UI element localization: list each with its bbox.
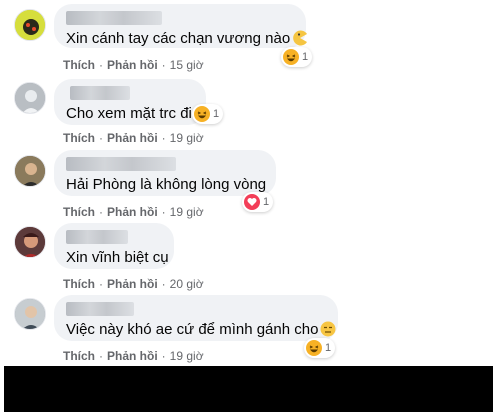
author-name-redacted[interactable] bbox=[70, 86, 130, 100]
comment-actions: Thích · Phản hồi · 19 giờ bbox=[63, 349, 204, 363]
separator: · bbox=[99, 205, 103, 219]
reaction-count: 1 bbox=[325, 342, 332, 354]
comment-bubble: Xin cánh tay các chạn vương nào bbox=[54, 4, 308, 48]
author-name-redacted[interactable] bbox=[66, 230, 128, 244]
reply-link[interactable]: Phản hồi bbox=[107, 277, 158, 291]
separator: · bbox=[99, 349, 103, 363]
reply-link[interactable]: Phản hồi bbox=[107, 349, 158, 363]
separator: · bbox=[99, 58, 103, 72]
haha-icon bbox=[194, 106, 210, 122]
separator: · bbox=[161, 58, 166, 72]
timestamp[interactable]: 20 giờ bbox=[170, 277, 204, 291]
avatar[interactable] bbox=[14, 226, 46, 258]
timestamp[interactable]: 19 giờ bbox=[170, 205, 204, 219]
reaction-summary[interactable]: 1 bbox=[281, 47, 313, 67]
reaction-count: 1 bbox=[263, 196, 270, 208]
avatar[interactable] bbox=[14, 298, 46, 330]
haha-icon bbox=[283, 49, 299, 65]
timestamp[interactable]: 19 giờ bbox=[170, 131, 204, 145]
haha-icon bbox=[306, 340, 322, 356]
avatar[interactable] bbox=[14, 82, 46, 114]
comment-bubble: Việc này khó ae cứ để mình gánh cho bbox=[54, 295, 338, 341]
separator: · bbox=[99, 277, 103, 291]
comment-text: Xin vĩnh biệt cụ bbox=[66, 249, 169, 266]
like-link[interactable]: Thích bbox=[63, 349, 95, 363]
comment-bubble: Xin vĩnh biệt cụ bbox=[54, 223, 174, 269]
black-bar bbox=[4, 366, 493, 412]
avatar[interactable] bbox=[14, 9, 46, 41]
reply-link[interactable]: Phản hồi bbox=[107, 205, 158, 219]
comment-bubble: Hải Phòng là không lòng vòng bbox=[54, 150, 276, 196]
comment-bubble: Cho xem mặt trc đi bbox=[54, 79, 206, 125]
reaction-summary[interactable]: 1 bbox=[242, 192, 274, 212]
comment-text: Xin cánh tay các chạn vương nào bbox=[66, 29, 308, 48]
reaction-count: 1 bbox=[213, 108, 220, 120]
like-link[interactable]: Thích bbox=[63, 58, 95, 72]
separator: · bbox=[161, 277, 166, 291]
reply-link[interactable]: Phản hồi bbox=[107, 131, 158, 145]
like-link[interactable]: Thích bbox=[63, 131, 95, 145]
reaction-summary[interactable]: 1 bbox=[192, 104, 224, 124]
separator: · bbox=[161, 131, 166, 145]
timestamp[interactable]: 15 giờ bbox=[170, 58, 204, 72]
comment-text: Việc này khó ae cứ để mình gánh cho bbox=[66, 320, 336, 339]
author-name-redacted[interactable] bbox=[66, 11, 162, 25]
like-link[interactable]: Thích bbox=[63, 277, 95, 291]
comment-actions: Thích · Phản hồi · 19 giờ bbox=[63, 205, 204, 219]
author-name-redacted[interactable] bbox=[66, 157, 176, 171]
author-name-redacted[interactable] bbox=[66, 302, 134, 316]
comment-actions: Thích · Phản hồi · 19 giờ bbox=[63, 131, 204, 145]
comment-text: Cho xem mặt trc đi bbox=[66, 105, 192, 122]
reaction-summary[interactable]: 1 bbox=[304, 338, 336, 358]
separator: · bbox=[161, 205, 166, 219]
comment-actions: Thích · Phản hồi · 20 giờ bbox=[63, 277, 204, 291]
separator: · bbox=[99, 131, 103, 145]
reaction-count: 1 bbox=[302, 51, 309, 63]
separator: · bbox=[161, 349, 166, 363]
comment-text: Hải Phòng là không lòng vòng bbox=[66, 176, 267, 193]
avatar[interactable] bbox=[14, 155, 46, 187]
pacman-icon bbox=[293, 30, 308, 46]
like-link[interactable]: Thích bbox=[63, 205, 95, 219]
reply-link[interactable]: Phản hồi bbox=[107, 58, 158, 72]
timestamp[interactable]: 19 giờ bbox=[170, 349, 204, 363]
expressionless-face-icon bbox=[320, 321, 336, 337]
comment-actions: Thích · Phản hồi · 15 giờ bbox=[63, 58, 204, 72]
love-icon bbox=[244, 194, 260, 210]
